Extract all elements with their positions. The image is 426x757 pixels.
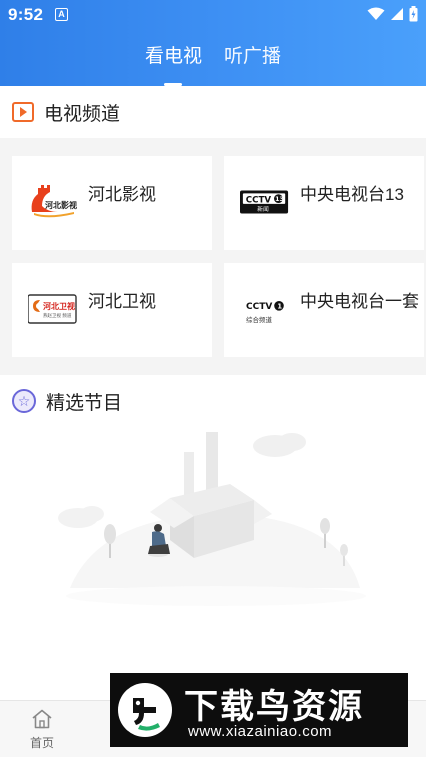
status-time: 9:52 [8, 5, 44, 24]
tab-watch-tv[interactable]: 看电视 [145, 44, 202, 86]
cctv1-logo: CCTV 1 综合频道 [246, 301, 284, 324]
channel-name: 中央电视台一套 [300, 292, 419, 311]
watermark-brand: 下载鸟资源 [184, 688, 364, 726]
star-icon: ☆ [12, 389, 36, 413]
battery-icon [409, 6, 418, 22]
wifi-icon [367, 7, 385, 20]
featured-section-title: 精选节目 [46, 392, 123, 414]
watermark-banner: 下载鸟资源 www.xiazainiao.com [110, 673, 408, 747]
channel-card-cctv1[interactable]: CCTV 1 综合频道 中央电视台一套 [224, 263, 424, 357]
nav-home-label: 首页 [29, 736, 54, 750]
notification-icon: A [55, 8, 68, 21]
hebei-yingshi-logo: 河北影视 [31, 185, 77, 218]
hebei-yingshi-logo-text: 河北影视 [45, 200, 77, 210]
svg-text:1: 1 [277, 303, 282, 311]
tab-listen-radio[interactable]: 听广播 [224, 44, 281, 74]
svg-text:燕赵卫视 频道: 燕赵卫视 频道 [43, 312, 72, 319]
tv-section-header: 电视频道 [0, 88, 426, 136]
hebei-weishi-logo: 河北卫视 燕赵卫视 频道 [28, 294, 77, 324]
svg-text:综合频道: 综合频道 [246, 315, 273, 324]
nav-home[interactable]: 首页 [20, 709, 64, 751]
channel-name: 河北影视 [88, 185, 156, 204]
app-header: 9:52 A 看电视 听广播 [0, 0, 426, 86]
top-tabs: 看电视 听广播 [0, 44, 426, 86]
channel-card-hebei-weishi[interactable]: 河北卫视 燕赵卫视 频道 河北卫视 [12, 263, 212, 357]
channel-name: 中央电视台13 [300, 185, 404, 204]
svg-text:CCTV: CCTV [246, 302, 272, 312]
featured-section-header: ☆ 精选节目 [0, 377, 426, 425]
cctv13-logo: CCTV 13 新闻 [240, 190, 289, 214]
empty-box-illustration [58, 432, 366, 606]
status-bar: 9:52 A [0, 0, 426, 30]
tv-play-icon [12, 102, 34, 122]
tv-section-title: 电视频道 [44, 103, 121, 125]
svg-text:新闻: 新闻 [257, 205, 269, 213]
channel-name: 河北卫视 [88, 292, 156, 311]
home-icon [32, 709, 52, 729]
svg-text:CCTV: CCTV [246, 195, 272, 205]
bird-logo-icon [118, 683, 172, 737]
status-indicators [367, 6, 418, 22]
channel-card-hebei-yingshi[interactable]: 河北影视 河北影视 [12, 156, 212, 250]
watermark-url: www.xiazainiao.com [188, 723, 333, 740]
svg-text:13: 13 [275, 196, 284, 203]
svg-text:河北卫视: 河北卫视 [43, 301, 75, 311]
channel-card-cctv13[interactable]: CCTV 13 新闻 中央电视台13 [224, 156, 424, 250]
signal-icon [391, 8, 403, 20]
